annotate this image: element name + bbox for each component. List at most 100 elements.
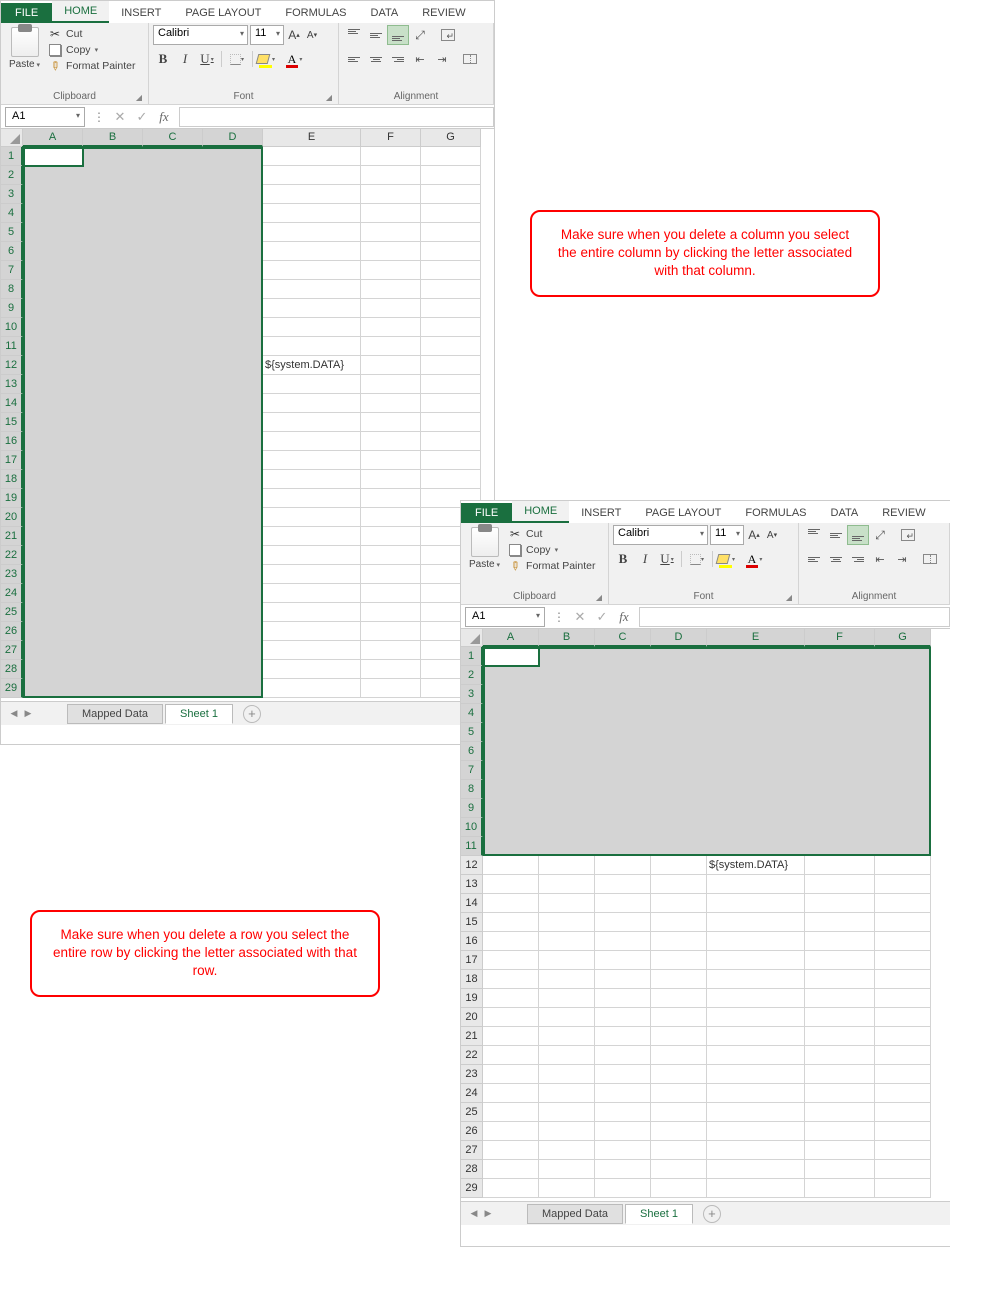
- row-header-29[interactable]: 29: [1, 679, 23, 698]
- grid[interactable]: ABCDEFG123456789101112131415161718192021…: [461, 629, 950, 1201]
- cell-C1[interactable]: [595, 647, 651, 666]
- cell-B22[interactable]: [83, 546, 143, 565]
- cell-E22[interactable]: [707, 1046, 805, 1065]
- cell-C11[interactable]: [143, 337, 203, 356]
- nav-prev-button[interactable]: ◀: [467, 1207, 481, 1221]
- cell-F6[interactable]: [361, 242, 421, 261]
- cell-A8[interactable]: [23, 280, 83, 299]
- decrease-indent-button[interactable]: [409, 49, 431, 69]
- cell-E25[interactable]: [707, 1103, 805, 1122]
- cell-D19[interactable]: [651, 989, 707, 1008]
- row-header-22[interactable]: 22: [1, 546, 23, 565]
- cell-A2[interactable]: [483, 666, 539, 685]
- cell-D11[interactable]: [203, 337, 263, 356]
- increase-indent-button[interactable]: [891, 549, 913, 569]
- cell-C3[interactable]: [595, 685, 651, 704]
- align-center-button[interactable]: [825, 549, 847, 569]
- row-header-18[interactable]: 18: [1, 470, 23, 489]
- cell-G26[interactable]: [875, 1122, 931, 1141]
- cell-E6[interactable]: [263, 242, 361, 261]
- row-header-17[interactable]: 17: [1, 451, 23, 470]
- row-header-8[interactable]: 8: [461, 780, 483, 799]
- cell-C12[interactable]: [595, 856, 651, 875]
- cell-E21[interactable]: [263, 527, 361, 546]
- row-header-26[interactable]: 26: [461, 1122, 483, 1141]
- row-header-19[interactable]: 19: [461, 989, 483, 1008]
- orientation-button[interactable]: [869, 525, 891, 545]
- cell-B10[interactable]: [539, 818, 595, 837]
- cell-B22[interactable]: [539, 1046, 595, 1065]
- cell-C17[interactable]: [143, 451, 203, 470]
- cell-G5[interactable]: [421, 223, 481, 242]
- cell-E11[interactable]: [707, 837, 805, 856]
- cell-E9[interactable]: [707, 799, 805, 818]
- font-color-button[interactable]: A▾: [743, 549, 767, 569]
- cell-A11[interactable]: [483, 837, 539, 856]
- cell-F10[interactable]: [361, 318, 421, 337]
- cell-A6[interactable]: [23, 242, 83, 261]
- cell-E24[interactable]: [707, 1084, 805, 1103]
- cell-E15[interactable]: [707, 913, 805, 932]
- cell-F26[interactable]: [361, 622, 421, 641]
- cell-F2[interactable]: [361, 166, 421, 185]
- add-sheet-button[interactable]: +: [243, 705, 261, 723]
- cell-E20[interactable]: [707, 1008, 805, 1027]
- cell-G4[interactable]: [875, 704, 931, 723]
- cell-C23[interactable]: [143, 565, 203, 584]
- cell-G2[interactable]: [421, 166, 481, 185]
- row-header-3[interactable]: 3: [1, 185, 23, 204]
- cell-E18[interactable]: [263, 470, 361, 489]
- cell-B24[interactable]: [539, 1084, 595, 1103]
- row-header-21[interactable]: 21: [461, 1027, 483, 1046]
- cell-F7[interactable]: [805, 761, 875, 780]
- cell-A23[interactable]: [23, 565, 83, 584]
- cell-D6[interactable]: [203, 242, 263, 261]
- cell-B20[interactable]: [539, 1008, 595, 1027]
- cell-F22[interactable]: [361, 546, 421, 565]
- cell-F4[interactable]: [805, 704, 875, 723]
- cell-A28[interactable]: [483, 1160, 539, 1179]
- cell-E7[interactable]: [707, 761, 805, 780]
- cell-B12[interactable]: [539, 856, 595, 875]
- cell-C14[interactable]: [143, 394, 203, 413]
- cell-D28[interactable]: [203, 660, 263, 679]
- format-painter-button[interactable]: Format Painter: [48, 59, 135, 73]
- cell-C25[interactable]: [595, 1103, 651, 1122]
- cell-C16[interactable]: [595, 932, 651, 951]
- cell-D14[interactable]: [651, 894, 707, 913]
- cell-B21[interactable]: [539, 1027, 595, 1046]
- cell-F5[interactable]: [805, 723, 875, 742]
- cell-F9[interactable]: [361, 299, 421, 318]
- increase-font-button[interactable]: A▴: [746, 526, 762, 544]
- cell-F16[interactable]: [805, 932, 875, 951]
- row-header-29[interactable]: 29: [461, 1179, 483, 1198]
- cancel-button[interactable]: ✕: [569, 607, 591, 627]
- row-header-5[interactable]: 5: [461, 723, 483, 742]
- cell-G3[interactable]: [421, 185, 481, 204]
- cell-B28[interactable]: [83, 660, 143, 679]
- row-header-25[interactable]: 25: [1, 603, 23, 622]
- cell-B3[interactable]: [539, 685, 595, 704]
- cell-C29[interactable]: [143, 679, 203, 698]
- cell-C10[interactable]: [143, 318, 203, 337]
- cell-G16[interactable]: [875, 932, 931, 951]
- cell-B11[interactable]: [83, 337, 143, 356]
- cell-D16[interactable]: [203, 432, 263, 451]
- cell-G21[interactable]: [875, 1027, 931, 1046]
- cell-C25[interactable]: [143, 603, 203, 622]
- cell-A3[interactable]: [483, 685, 539, 704]
- cell-D19[interactable]: [203, 489, 263, 508]
- row-header-4[interactable]: 4: [1, 204, 23, 223]
- cell-E24[interactable]: [263, 584, 361, 603]
- cell-D29[interactable]: [651, 1179, 707, 1198]
- cell-B5[interactable]: [83, 223, 143, 242]
- cell-G15[interactable]: [875, 913, 931, 932]
- cell-F17[interactable]: [805, 951, 875, 970]
- cell-D23[interactable]: [651, 1065, 707, 1084]
- cell-G3[interactable]: [875, 685, 931, 704]
- cell-G28[interactable]: [875, 1160, 931, 1179]
- cell-D4[interactable]: [203, 204, 263, 223]
- cell-A16[interactable]: [483, 932, 539, 951]
- cell-F17[interactable]: [361, 451, 421, 470]
- col-header-A[interactable]: A: [23, 129, 83, 147]
